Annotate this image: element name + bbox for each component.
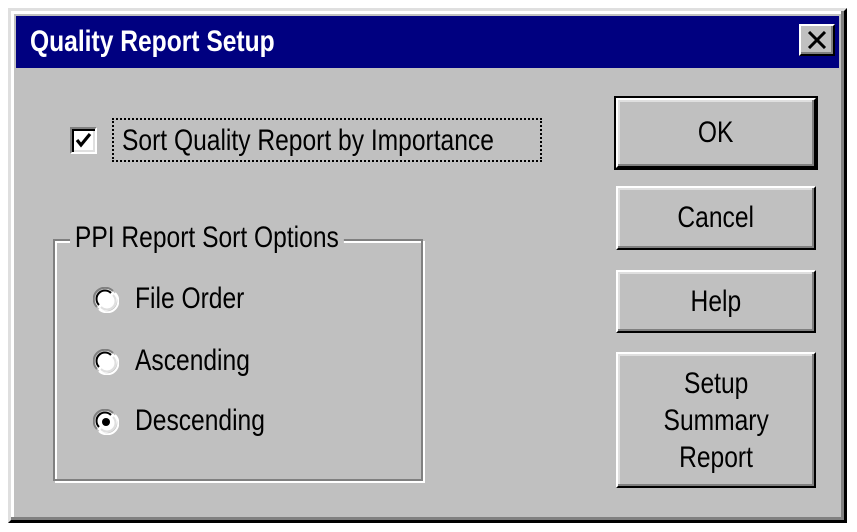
- help-button[interactable]: Help: [616, 270, 816, 333]
- cancel-button-label: Cancel: [677, 201, 755, 234]
- setup-summary-line-2: Summary: [663, 403, 769, 437]
- radio-selected-icon[interactable]: [93, 409, 119, 435]
- descending-label: Descending: [135, 404, 265, 437]
- radio-unselected-icon[interactable]: [93, 349, 119, 375]
- close-icon: [807, 31, 827, 49]
- cancel-button[interactable]: Cancel: [616, 186, 816, 250]
- setup-summary-report-button[interactable]: Setup Summary Report: [616, 352, 816, 488]
- dialog-title: Quality Report Setup: [30, 25, 275, 58]
- ascending-label: Ascending: [135, 344, 250, 377]
- file-order-label: File Order: [135, 282, 245, 315]
- quality-report-setup-dialog: Quality Report Setup Sort Quality Report…: [8, 8, 847, 523]
- checkmark-icon: [75, 132, 92, 148]
- ok-button[interactable]: OK: [614, 96, 818, 170]
- title-bar[interactable]: Quality Report Setup: [16, 16, 839, 68]
- sort-by-importance-checkbox[interactable]: [70, 127, 97, 154]
- radio-unselected-icon[interactable]: [93, 287, 119, 313]
- checkbox-focus-outline[interactable]: Sort Quality Report by Importance: [112, 118, 542, 162]
- help-button-label: Help: [690, 284, 742, 318]
- group-title: PPI Report Sort Options: [70, 219, 344, 257]
- sort-by-importance-label: Sort Quality Report by Importance: [122, 124, 494, 157]
- close-button[interactable]: [799, 24, 835, 56]
- ok-button-label: OK: [698, 116, 734, 149]
- ppi-report-sort-options-group: PPI Report Sort Options File Order Ascen…: [53, 219, 423, 481]
- setup-summary-line-1: Setup: [683, 366, 749, 400]
- setup-summary-line-3: Report: [679, 440, 753, 474]
